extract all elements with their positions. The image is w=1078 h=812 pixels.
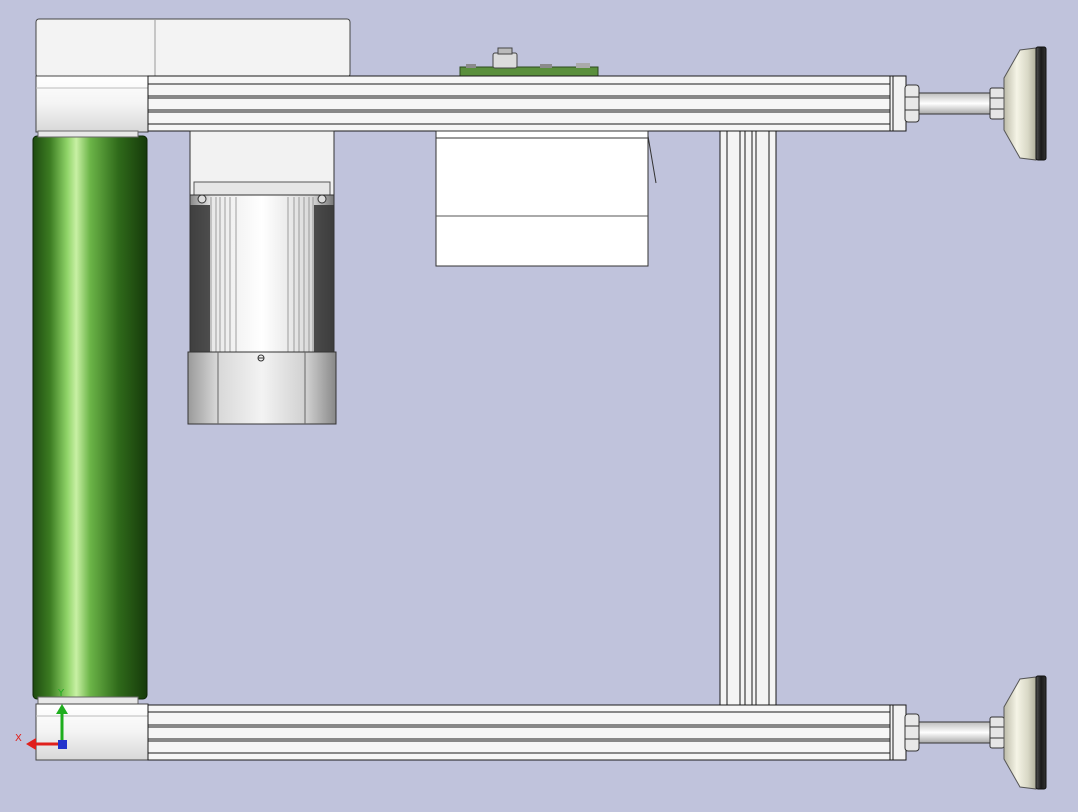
bottom-aluminum-profile[interactable] bbox=[147, 704, 907, 761]
axis-x-label: X bbox=[15, 733, 22, 744]
axis-y-label: Y bbox=[58, 688, 65, 699]
control-box[interactable] bbox=[435, 130, 657, 267]
gear-motor[interactable] bbox=[187, 130, 337, 425]
vertical-aluminum-profile[interactable] bbox=[719, 130, 777, 706]
cad-model-view[interactable] bbox=[0, 0, 1078, 808]
top-aluminum-profile[interactable] bbox=[147, 75, 907, 132]
cad-viewport[interactable]: X Y bbox=[0, 0, 1078, 808]
drive-roller[interactable] bbox=[32, 130, 148, 705]
end-bracket-bottom[interactable] bbox=[35, 703, 149, 761]
